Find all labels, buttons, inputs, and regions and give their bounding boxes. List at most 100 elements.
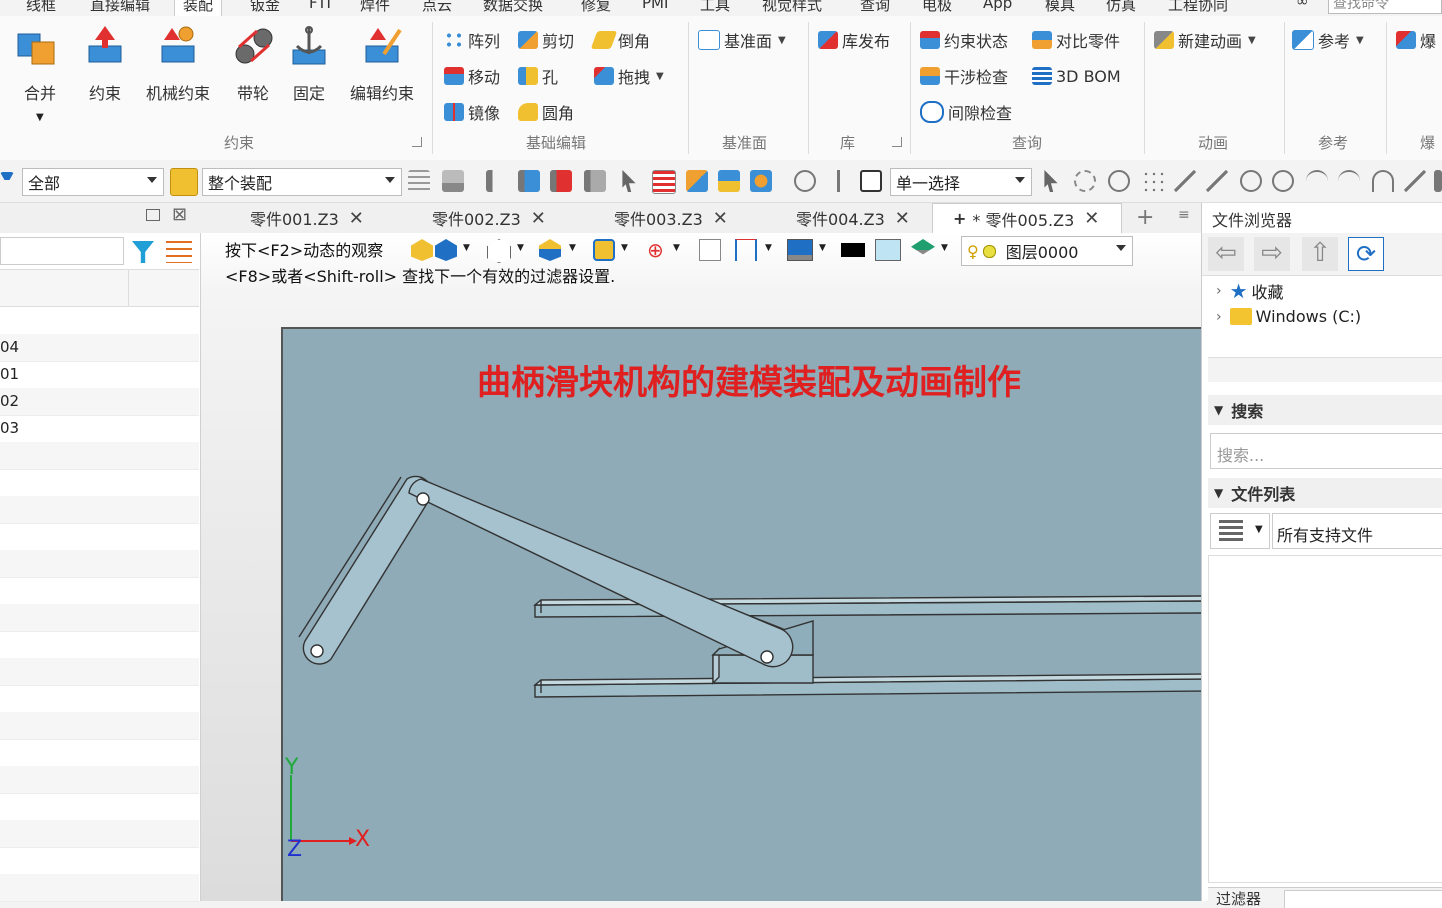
align-icon[interactable] <box>408 170 430 192</box>
list-filter-icon[interactable] <box>584 170 606 192</box>
chevron-down-icon[interactable]: ▼ <box>1248 35 1256 46</box>
tree-item-favorites[interactable]: › ★ 收藏 <box>1216 279 1284 303</box>
menu-tab-weldment[interactable]: 焊件 <box>360 0 390 15</box>
list-item[interactable] <box>0 307 199 335</box>
refresh-icon[interactable]: ⟳ <box>1348 237 1384 271</box>
reference-button[interactable]: 参考 ▼ <box>1292 27 1364 53</box>
menu-tab-tools[interactable]: 工具 <box>700 0 730 15</box>
close-icon[interactable]: ✕ <box>895 208 910 229</box>
table-icon[interactable] <box>652 170 676 194</box>
menu-tab-electrode[interactable]: 电极 <box>922 0 952 15</box>
tangent-line-icon[interactable] <box>1404 170 1426 192</box>
interference-check-button[interactable]: 干涉检查 <box>920 63 1008 89</box>
menu-tab-mold[interactable]: 模具 <box>1045 0 1075 15</box>
chevron-down-icon[interactable]: ▼ <box>765 243 772 253</box>
view-cube-icon[interactable] <box>411 239 433 261</box>
menu-tab-query[interactable]: 查询 <box>860 0 890 15</box>
list-filter-icon[interactable] <box>550 170 572 192</box>
face-color-swatch[interactable] <box>875 239 901 261</box>
new-animation-button[interactable]: 新建动画 ▼ <box>1154 27 1256 53</box>
link-icon[interactable]: ∞ <box>1296 0 1309 10</box>
new-tab-icon[interactable]: + <box>1136 205 1154 230</box>
tree-search-input[interactable] <box>0 237 124 265</box>
menu-tab-repair[interactable]: 修复 <box>581 0 611 15</box>
model-canvas[interactable]: Y X Z <box>281 327 1201 901</box>
close-icon[interactable]: ✕ <box>349 208 364 229</box>
spline-icon[interactable] <box>1306 170 1328 192</box>
bottom-filter-input[interactable] <box>1284 890 1442 908</box>
more-icon[interactable] <box>1434 170 1442 192</box>
snap-icon[interactable] <box>1074 170 1096 192</box>
chevron-down-icon[interactable]: ▼ <box>517 243 524 253</box>
menu-tab-sheet-metal[interactable]: 钣金 <box>250 0 280 15</box>
rotate-view-icon[interactable] <box>794 170 816 192</box>
measure-icon[interactable] <box>735 239 757 261</box>
explode-button[interactable]: 爆 <box>1396 27 1436 53</box>
chevron-down-icon[interactable]: ▼ <box>463 243 470 253</box>
constraint-status-button[interactable]: 约束状态 <box>920 27 1008 53</box>
tab-list-icon[interactable]: ≡ <box>1178 207 1190 223</box>
chevron-right-icon[interactable]: › <box>1216 283 1222 299</box>
background-color-swatch[interactable] <box>841 243 865 257</box>
stop-icon[interactable] <box>860 170 882 192</box>
command-search-input[interactable]: 查找命令 <box>1328 0 1442 14</box>
chevron-down-icon[interactable]: ▼ <box>941 243 948 253</box>
export-icon[interactable] <box>686 170 708 192</box>
line-icon[interactable] <box>1174 170 1196 192</box>
layers-icon[interactable] <box>911 239 935 255</box>
cut-button[interactable]: 剪切 <box>518 27 574 53</box>
datum-plane-button[interactable]: 基准面 ▼ <box>698 27 786 53</box>
layer-select[interactable]: ♀ 图层0000 <box>961 236 1133 266</box>
arc-icon[interactable] <box>1372 170 1394 192</box>
close-icon[interactable]: ✕ <box>531 208 546 229</box>
crosshair-icon[interactable]: ⊕ <box>647 239 669 261</box>
close-panel-icon[interactable]: ⊠ <box>172 204 187 225</box>
pick-icon[interactable] <box>1044 170 1058 192</box>
menu-tab-fti[interactable]: FTI <box>309 0 331 12</box>
tab-part-001[interactable]: 零件001.Z3 ✕ <box>250 203 364 233</box>
group-launcher-icon[interactable] <box>412 137 422 147</box>
menu-tab-simulation[interactable]: 仿真 <box>1106 0 1136 15</box>
pattern-button[interactable]: 阵列 <box>444 27 500 53</box>
settings-icon[interactable] <box>750 170 772 192</box>
list-filter-icon[interactable] <box>486 170 508 192</box>
pan-icon[interactable] <box>828 170 850 192</box>
menu-tab-direct-edit[interactable]: 直接编辑 <box>90 0 150 15</box>
close-icon[interactable]: ✕ <box>1084 208 1099 229</box>
play-icon[interactable] <box>1108 170 1130 192</box>
file-list[interactable] <box>1208 555 1442 883</box>
chevron-down-icon[interactable]: ▼ <box>778 35 786 46</box>
compare-parts-button[interactable]: 对比零件 <box>1032 27 1120 53</box>
drag-button[interactable]: 拖拽 ▼ <box>594 63 664 89</box>
chevron-down-icon[interactable]: ▼ <box>819 243 826 253</box>
menu-tab-visual-style[interactable]: 视觉样式 <box>762 0 822 15</box>
tab-part-003[interactable]: 零件003.Z3 ✕ <box>614 203 728 233</box>
chevron-down-icon[interactable]: ▼ <box>673 243 680 253</box>
menu-tab-app[interactable]: App <box>983 0 1012 12</box>
chevron-right-icon[interactable]: › <box>1216 309 1222 325</box>
list-options-icon[interactable] <box>166 241 192 263</box>
group-launcher-icon[interactable] <box>892 137 902 147</box>
tree-item-windows-c[interactable]: › Windows (C:) <box>1216 307 1361 326</box>
circle-center-icon[interactable] <box>1240 170 1262 192</box>
assembly-scope-select[interactable]: 整个装配 <box>202 168 402 196</box>
fillet-button[interactable]: 圆角 <box>518 99 574 125</box>
menu-tab-collaboration[interactable]: 工程协同 <box>1168 0 1228 15</box>
view-mode-button[interactable]: ▼ <box>1210 513 1270 549</box>
chevron-down-icon[interactable]: ▼ <box>656 71 664 82</box>
list-item[interactable]: 01 <box>0 361 199 389</box>
up-folder-icon[interactable]: ⇧ <box>1302 237 1338 271</box>
list-item[interactable]: 03 <box>0 415 199 443</box>
zoom-window-icon[interactable] <box>699 239 721 261</box>
clearance-check-button[interactable]: 间隙检查 <box>920 99 1012 125</box>
chamfer-button[interactable]: 倒角 <box>590 27 650 53</box>
render-mode-icon[interactable] <box>539 239 561 261</box>
file-type-filter-select[interactable]: 所有支持文件 <box>1272 513 1442 549</box>
forward-icon[interactable]: ⇨ <box>1254 237 1290 271</box>
search-section-header[interactable]: ▼ 搜索 <box>1208 395 1442 425</box>
menu-tab-point-cloud[interactable]: 点云 <box>422 0 452 15</box>
back-icon[interactable]: ⇦ <box>1208 237 1244 271</box>
list-item[interactable]: 04 <box>0 334 199 362</box>
chevron-down-icon[interactable]: ▼ <box>621 243 628 253</box>
menu-tab-wireframe[interactable]: 线框 <box>26 0 56 15</box>
